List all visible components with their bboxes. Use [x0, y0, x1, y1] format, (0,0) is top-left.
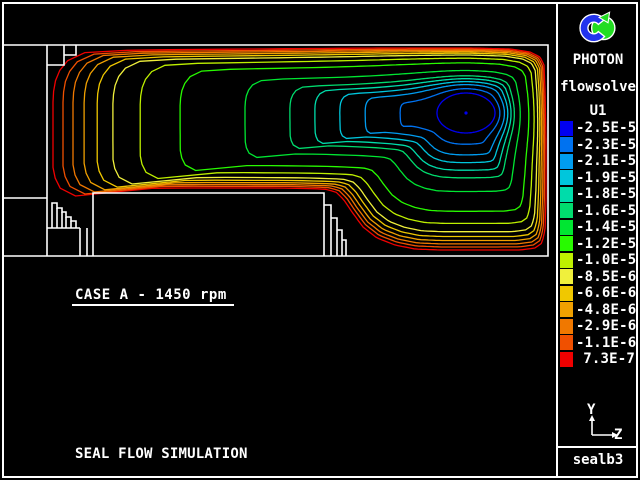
legend-value: -2.3E-5: [576, 137, 636, 153]
legend-row: -1.9E-5: [560, 170, 635, 187]
seal-geometry-outline: [47, 228, 87, 256]
contour-plot: [0, 0, 556, 480]
legend-row: -2.5E-5: [560, 120, 635, 137]
legend-value: -8.5E-6: [576, 269, 636, 285]
axis-indicator: Y Z: [558, 402, 638, 448]
sidebar-divider: [558, 446, 638, 448]
seal-geometry-outline: [64, 45, 76, 55]
photon-app-window: CASE A - 1450 rpm SEAL FLOW SIMULATION P…: [0, 0, 640, 480]
app-name: PHOTON: [558, 52, 638, 68]
legend-value: -1.9E-5: [576, 170, 636, 186]
seal-geometry-outline: [93, 193, 324, 256]
legend-value: -4.8E-6: [576, 302, 636, 318]
legend-color-swatch: [560, 170, 573, 185]
legend-color-swatch: [560, 236, 573, 251]
contour-line: [315, 79, 511, 171]
legend-row: -4.8E-6: [560, 302, 635, 319]
legend-row: -2.9E-6: [560, 318, 635, 335]
legend-value: -1.0E-5: [576, 252, 636, 268]
legend-color-swatch: [560, 154, 573, 169]
legend-value: -2.1E-5: [576, 153, 636, 169]
contour-line: [140, 58, 534, 223]
legend-row: 7.3E-7: [560, 351, 635, 368]
seal-geometry-outline: [52, 203, 76, 228]
vortex-center-dot: [464, 111, 467, 114]
legend-color-swatch: [560, 187, 573, 202]
legend-value: -1.2E-5: [576, 236, 636, 252]
plot-title: SEAL FLOW SIMULATION: [75, 446, 248, 462]
plot-id-label: sealb3: [558, 452, 638, 468]
legend-row: -1.0E-5: [560, 252, 635, 269]
seal-geometry-outline: [4, 45, 548, 256]
legend-color-swatch: [560, 203, 573, 218]
app-subtitle: flowsolve: [558, 79, 638, 95]
legend-color-swatch: [560, 269, 573, 284]
legend-color-swatch: [560, 253, 573, 268]
legend-value: 7.3E-7: [576, 351, 635, 367]
legend-color-swatch: [560, 220, 573, 235]
legend-row: -1.8E-5: [560, 186, 635, 203]
color-legend: -2.5E-5-2.3E-5-2.1E-5-1.9E-5-1.8E-5-1.6E…: [560, 120, 635, 368]
legend-color-swatch: [560, 137, 573, 152]
legend-row: -1.4E-5: [560, 219, 635, 236]
legend-color-swatch: [560, 319, 573, 334]
legend-value: -2.9E-6: [576, 318, 636, 334]
legend-value: -1.4E-5: [576, 219, 636, 235]
case-label: CASE A - 1450 rpm: [72, 287, 234, 306]
seal-geometry-outline: [57, 208, 71, 228]
seal-geometry-outline: [324, 205, 346, 256]
sidebar: PHOTON flowsolve U1 -2.5E-5-2.3E-5-2.1E-…: [556, 2, 638, 478]
legend-color-swatch: [560, 286, 573, 301]
contour-line: [97, 53, 540, 236]
legend-row: -2.3E-5: [560, 137, 635, 154]
photon-logo-icon: [579, 9, 617, 47]
legend-value: -1.1E-6: [576, 335, 636, 351]
legend-row: -8.5E-6: [560, 269, 635, 286]
legend-row: -1.6E-5: [560, 203, 635, 220]
legend-value: -1.6E-5: [576, 203, 636, 219]
legend-row: -2.1E-5: [560, 153, 635, 170]
legend-color-swatch: [560, 335, 573, 350]
legend-row: -1.2E-5: [560, 236, 635, 253]
variable-label: U1: [558, 103, 638, 119]
legend-row: -6.6E-6: [560, 285, 635, 302]
contour-line: [84, 52, 541, 241]
legend-value: -2.5E-5: [576, 120, 636, 136]
legend-value: -1.8E-5: [576, 186, 636, 202]
legend-row: -1.1E-6: [560, 335, 635, 352]
legend-value: -6.6E-6: [576, 285, 636, 301]
legend-color-swatch: [560, 352, 573, 367]
legend-color-swatch: [560, 121, 573, 136]
seal-geometry-outline: [47, 45, 64, 65]
legend-color-swatch: [560, 302, 573, 317]
axis-z-label: Z: [614, 427, 622, 443]
